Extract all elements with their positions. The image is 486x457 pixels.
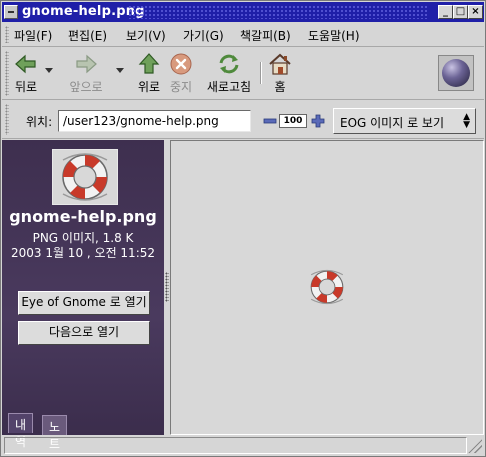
up-arrow-icon xyxy=(136,52,162,76)
throbber-icon xyxy=(442,59,470,87)
home-button[interactable]: 홈 xyxy=(266,50,294,98)
stop-button[interactable]: 중지 xyxy=(167,50,195,98)
status-bar xyxy=(2,435,484,456)
back-history-dropdown[interactable] xyxy=(45,68,53,73)
location-bar: 위치: /user123/gnome-help.png 100 EOG 이미지 … xyxy=(2,101,484,139)
menu-bar: 파일(F) 편집(E) 보기(V) 가기(G) 책갈피(B) 도움말(H) xyxy=(2,23,484,47)
toolbar: 뒤로 앞으로 위로 중지 새로고침 홈 xyxy=(2,48,484,100)
nautilus-window: gnome-help.png _ □ × 파일(F) 편집(E) 보기(V) 가… xyxy=(0,0,486,457)
resize-grip[interactable] xyxy=(468,439,482,453)
menu-help[interactable]: 도움말(H) xyxy=(308,27,360,44)
zoom-out-button[interactable] xyxy=(263,114,277,128)
title-bar[interactable]: gnome-help.png _ □ × xyxy=(2,2,484,22)
stop-label: 중지 xyxy=(169,80,193,94)
tab-notes[interactable]: 노트 xyxy=(42,415,68,451)
status-field xyxy=(4,437,467,454)
locationbar-handle[interactable] xyxy=(5,104,9,135)
reload-label: 새로고침 xyxy=(206,80,252,94)
viewer-select[interactable]: EOG 이미지 로 보기 ▲ ▼ xyxy=(333,108,476,134)
location-label: 위치: xyxy=(26,115,53,129)
menubar-handle[interactable] xyxy=(5,26,9,43)
up-label: 위로 xyxy=(137,80,161,94)
image-view[interactable] xyxy=(170,140,484,435)
minimize-button[interactable]: _ xyxy=(438,5,453,19)
zoom-in-icon xyxy=(311,114,325,128)
forward-button[interactable]: 앞으로 xyxy=(66,50,106,98)
toolbar-handle[interactable] xyxy=(5,51,9,96)
tab-history[interactable]: 내역 xyxy=(8,413,34,449)
lifebuoy-icon xyxy=(62,153,108,201)
file-date: 2003 1월 10 , 오전 11:52 xyxy=(10,246,156,260)
sidebar: gnome-help.png PNG 이미지, 1.8 K 2003 1월 10… xyxy=(2,140,164,435)
menu-edit[interactable]: 편집(E) xyxy=(68,27,107,44)
toolbar-separator xyxy=(260,62,262,84)
title-bar-pattern xyxy=(128,5,428,19)
open-with-eog-button[interactable]: Eye of Gnome 로 열기 xyxy=(18,291,150,315)
forward-history-dropdown[interactable] xyxy=(116,68,124,73)
home-icon xyxy=(267,52,293,76)
zoom-in-button[interactable] xyxy=(311,114,325,128)
menu-go[interactable]: 가기(G) xyxy=(183,27,224,44)
forward-arrow-icon xyxy=(73,52,99,76)
file-name: gnome-help.png xyxy=(9,207,157,226)
divider-grip xyxy=(165,272,169,302)
maximize-button[interactable]: □ xyxy=(453,5,468,19)
forward-label: 앞으로 xyxy=(69,80,103,94)
menu-file[interactable]: 파일(F) xyxy=(14,27,52,44)
throbber[interactable] xyxy=(438,55,474,91)
home-label: 홈 xyxy=(274,80,286,94)
reload-icon xyxy=(216,52,242,76)
window-title: gnome-help.png xyxy=(22,4,145,19)
zoom-out-icon xyxy=(263,118,277,124)
updown-arrows-icon: ▲ ▼ xyxy=(463,112,470,130)
image-preview xyxy=(304,266,350,308)
menu-view[interactable]: 보기(V) xyxy=(126,27,166,44)
lifebuoy-icon xyxy=(310,269,344,305)
back-button[interactable]: 뒤로 xyxy=(11,50,41,98)
open-with-button[interactable]: 다음으로 열기 xyxy=(18,321,150,345)
back-label: 뒤로 xyxy=(14,80,38,94)
zoom-level[interactable]: 100 xyxy=(279,114,307,128)
back-arrow-icon xyxy=(13,52,39,76)
reload-button[interactable]: 새로고침 xyxy=(202,50,256,98)
viewer-select-label: EOG 이미지 로 보기 xyxy=(340,116,445,130)
close-button[interactable]: × xyxy=(468,5,483,19)
window-menu-button[interactable] xyxy=(4,5,18,19)
up-button[interactable]: 위로 xyxy=(135,50,163,98)
file-thumbnail[interactable] xyxy=(52,149,118,205)
stop-icon xyxy=(168,52,194,76)
location-input[interactable]: /user123/gnome-help.png xyxy=(58,110,251,132)
menu-bookmarks[interactable]: 책갈피(B) xyxy=(240,27,291,44)
